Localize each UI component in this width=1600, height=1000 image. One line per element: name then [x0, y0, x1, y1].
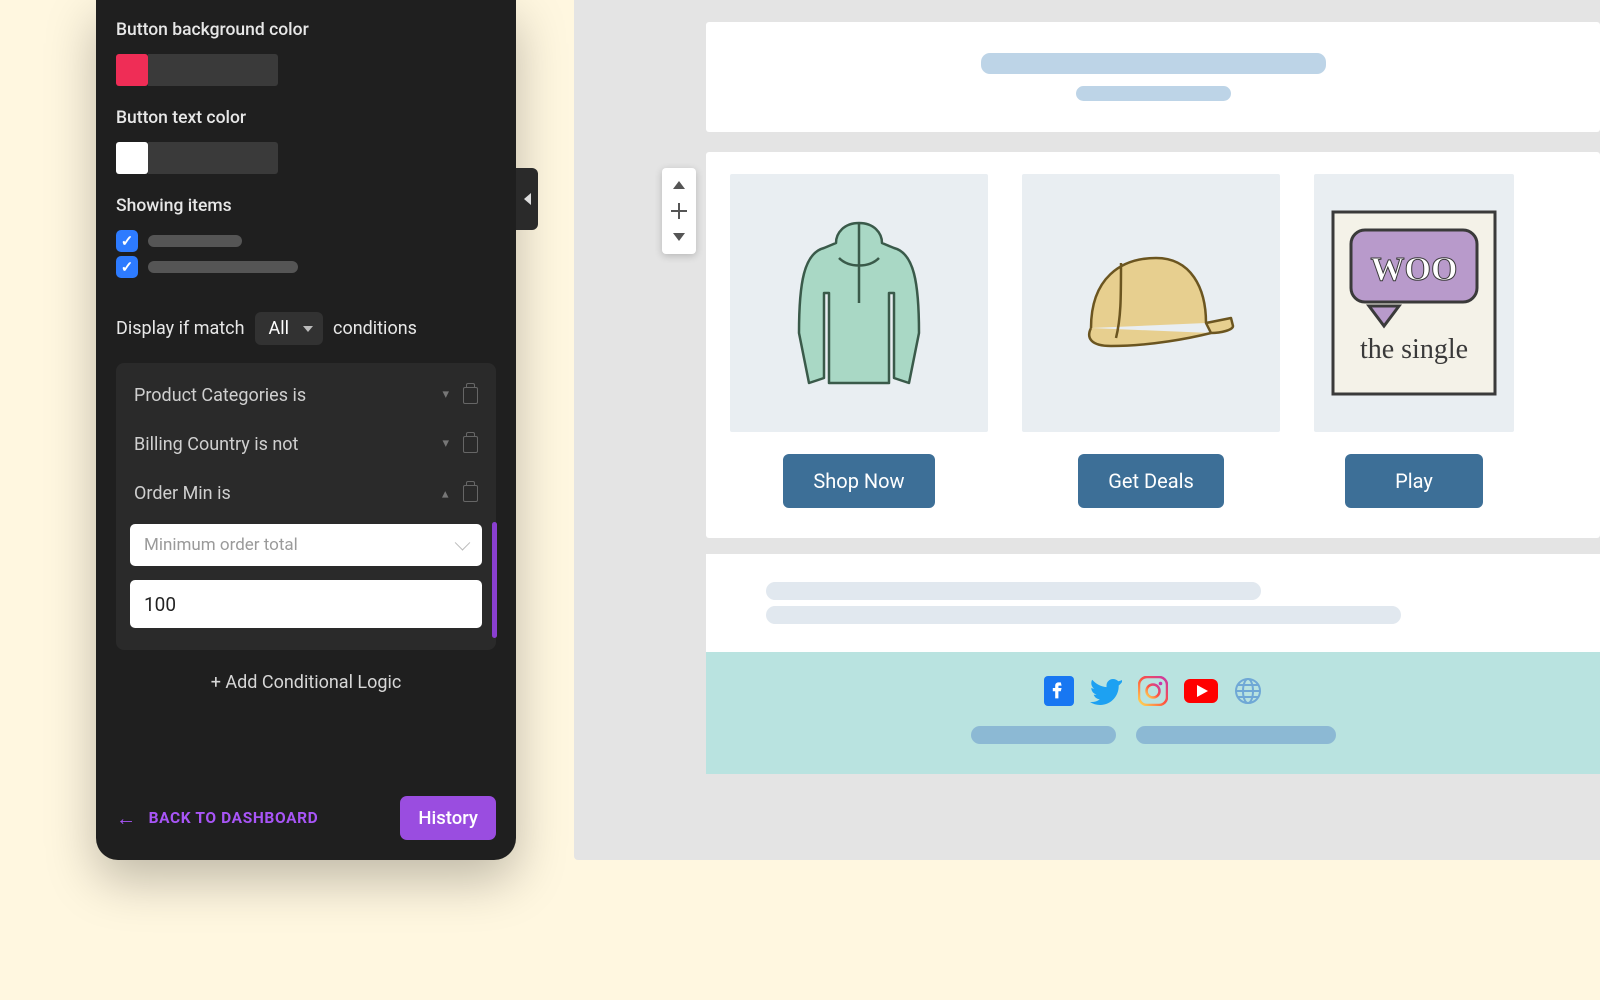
condition-label: Order Min is	[134, 483, 231, 504]
bg-color-swatch[interactable]	[116, 54, 148, 86]
facebook-icon[interactable]	[1044, 676, 1074, 706]
showing-items-label: Showing items	[116, 196, 496, 216]
text-placeholder	[766, 582, 1261, 600]
condition-body: Minimum order total 100	[116, 518, 496, 642]
trash-icon[interactable]	[463, 436, 478, 453]
showing-placeholder-2	[148, 261, 298, 273]
trash-icon[interactable]	[463, 387, 478, 404]
move-icon[interactable]	[671, 203, 687, 219]
instagram-icon[interactable]	[1138, 676, 1168, 706]
footer-link-placeholder	[971, 726, 1116, 744]
match-prefix: Display if match	[116, 318, 245, 339]
footer-link-placeholder	[1136, 726, 1336, 744]
back-label: BACK TO DASHBOARD	[149, 809, 319, 827]
match-mode-select[interactable]: All	[255, 312, 324, 345]
site-header	[706, 22, 1600, 132]
showing-check-1[interactable]	[116, 230, 138, 252]
move-down-icon[interactable]	[673, 233, 685, 241]
section-reorder-control[interactable]	[662, 168, 696, 254]
condition-label: Product Categories is	[134, 385, 306, 406]
site-footer	[706, 652, 1600, 774]
chevron-down-icon: ▾	[442, 436, 449, 453]
showing-check-2[interactable]	[116, 256, 138, 278]
product-button[interactable]: Play	[1345, 454, 1483, 508]
settings-panel: Button background color Button text colo…	[96, 0, 516, 860]
text-section	[706, 554, 1600, 652]
preview-canvas: Shop Now Get Deals WOO the single Play	[574, 0, 1600, 860]
product-card: WOO the single Play	[1314, 174, 1514, 508]
arrow-left-icon: ←	[116, 806, 137, 831]
product-image	[730, 174, 988, 432]
text-color-label: Button text color	[116, 108, 496, 128]
chevron-down-icon: ▾	[442, 387, 449, 404]
header-subplaceholder	[1076, 86, 1231, 101]
collapse-panel-tab[interactable]	[516, 168, 538, 230]
youtube-icon[interactable]	[1184, 679, 1218, 703]
product-button[interactable]: Shop Now	[783, 454, 934, 508]
text-color-swatch[interactable]	[116, 142, 148, 174]
back-to-dashboard-link[interactable]: ← BACK TO DASHBOARD	[116, 806, 318, 831]
bg-color-input[interactable]	[148, 54, 278, 86]
add-condition-button[interactable]: + Add Conditional Logic	[116, 650, 496, 703]
header-placeholder	[981, 53, 1326, 74]
bg-color-label: Button background color	[116, 20, 496, 40]
order-type-select[interactable]: Minimum order total	[130, 524, 482, 566]
product-card: Shop Now	[730, 174, 988, 508]
text-color-input[interactable]	[148, 142, 278, 174]
move-up-icon[interactable]	[673, 181, 685, 189]
social-icons	[1044, 676, 1262, 706]
text-placeholder	[766, 606, 1401, 624]
product-row: Shop Now Get Deals WOO the single Play	[706, 152, 1600, 538]
order-min-value-input[interactable]: 100	[130, 580, 482, 628]
product-card: Get Deals	[1022, 174, 1280, 508]
chevron-up-icon: ▾	[442, 485, 449, 502]
condition-label: Billing Country is not	[134, 434, 298, 455]
match-suffix: conditions	[333, 318, 417, 339]
product-image	[1022, 174, 1280, 432]
condition-row[interactable]: Billing Country is not ▾	[116, 420, 496, 469]
svg-text:WOO: WOO	[1371, 251, 1458, 288]
twitter-icon[interactable]	[1090, 677, 1122, 705]
condition-row[interactable]: Product Categories is ▾	[116, 371, 496, 420]
product-image: WOO the single	[1314, 174, 1514, 432]
trash-icon[interactable]	[463, 485, 478, 502]
showing-placeholder-1	[148, 235, 242, 247]
svg-text:the single: the single	[1360, 334, 1468, 365]
condition-list: Product Categories is ▾ Billing Country …	[116, 363, 496, 650]
globe-icon[interactable]	[1234, 677, 1262, 705]
history-button[interactable]: History	[400, 796, 496, 840]
product-button[interactable]: Get Deals	[1078, 454, 1224, 508]
condition-row[interactable]: Order Min is ▾	[116, 469, 496, 518]
